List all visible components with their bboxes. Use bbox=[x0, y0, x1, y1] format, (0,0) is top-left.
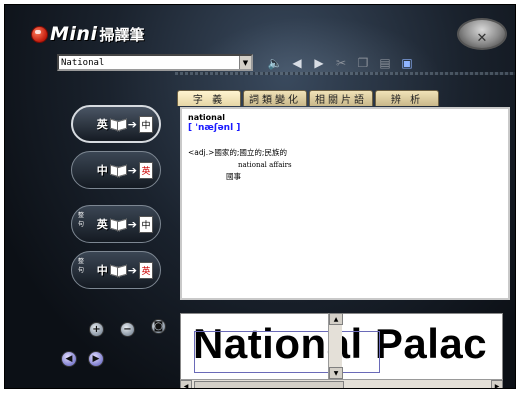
scroll-thumb[interactable] bbox=[194, 381, 344, 388]
mode-inner: 英 ➔ 中 bbox=[96, 115, 153, 133]
tab-usage[interactable]: 辨 析 bbox=[375, 90, 439, 106]
help-window-icon[interactable]: ▣ bbox=[399, 55, 415, 71]
mode-inner: 中 ➔ 英 bbox=[96, 261, 153, 279]
arrow-right-icon: ➔ bbox=[127, 163, 137, 177]
mode-inner: 英 ➔ 中 bbox=[96, 215, 153, 233]
app-window: Mini 掃譯筆 ✕ ▼ 🔈 ◀ ▶ ✂ ❐ ▤ ▣ 字 義 詞類變化 相關片語… bbox=[4, 4, 516, 389]
mode-inner: 中 ➔ 英 bbox=[96, 161, 153, 179]
entry-sense: <adj.>國家的;國立的;民族的 bbox=[188, 148, 287, 157]
example-english: national affairs bbox=[238, 161, 292, 169]
entry-phonetic: [ 'næʃənl ] bbox=[188, 123, 241, 133]
mode-target-label: 英 bbox=[139, 261, 153, 279]
app-logo: Mini 掃譯筆 bbox=[31, 21, 144, 47]
forward-arrow-icon[interactable]: ▶ bbox=[311, 55, 327, 71]
book-icon bbox=[110, 164, 126, 176]
scroll-down-icon[interactable]: ▼ bbox=[329, 367, 343, 379]
close-icon: ✕ bbox=[476, 30, 488, 46]
scroll-up-icon[interactable]: ▲ bbox=[329, 313, 343, 325]
arrow-right-icon: ➔ bbox=[127, 117, 137, 131]
arrow-right-icon: ➔ bbox=[127, 217, 137, 231]
definition-panel: national [ 'næʃənl ] <adj.>國家的;國立的;民族的 n… bbox=[180, 107, 510, 300]
logo-cjk-text: 掃譯筆 bbox=[99, 25, 145, 44]
toolbar: 🔈 ◀ ▶ ✂ ❐ ▤ ▣ bbox=[267, 54, 415, 72]
scan-image-icon[interactable]: ◙ bbox=[151, 319, 166, 334]
search-input[interactable] bbox=[59, 56, 239, 69]
zoom-in-icon[interactable]: + bbox=[89, 322, 104, 337]
zoom-out-icon[interactable]: − bbox=[120, 322, 135, 337]
tab-bar: 字 義 詞類變化 相關片語 辨 析 bbox=[177, 90, 439, 106]
scroll-right-icon[interactable]: ▶ bbox=[491, 380, 503, 388]
mode-source-label: 中 bbox=[96, 264, 108, 277]
search-combobox[interactable]: ▼ bbox=[57, 54, 253, 71]
entry-word: national bbox=[188, 113, 225, 122]
tab-phrases[interactable]: 相關片語 bbox=[309, 90, 373, 106]
preview-vertical-scrollbar[interactable]: ▲ ▼ bbox=[328, 313, 343, 379]
prev-button[interactable]: ◀ bbox=[61, 351, 77, 367]
close-button[interactable]: ✕ bbox=[457, 18, 507, 50]
mode-target-label: 英 bbox=[139, 161, 153, 179]
tab-definition[interactable]: 字 義 bbox=[177, 90, 241, 106]
book-icon bbox=[110, 264, 126, 276]
mode-target-label: 中 bbox=[139, 115, 153, 133]
mode-target-label: 中 bbox=[139, 215, 153, 233]
header-divider bbox=[175, 72, 515, 75]
logo-text: Mini bbox=[50, 23, 98, 45]
next-button[interactable]: ▶ bbox=[88, 351, 104, 367]
paste-icon[interactable]: ▤ bbox=[377, 55, 393, 71]
copy-icon[interactable]: ❐ bbox=[355, 55, 371, 71]
book-icon bbox=[110, 118, 126, 130]
sentence-tag: 整句 bbox=[77, 258, 84, 274]
mode-sentence-en-to-zh-button[interactable]: 整句 英 ➔ 中 bbox=[71, 205, 161, 243]
sentence-tag: 整句 bbox=[77, 212, 84, 228]
logo-badge-icon bbox=[31, 25, 48, 43]
book-icon bbox=[110, 218, 126, 230]
mode-en-to-zh-button[interactable]: 英 ➔ 中 bbox=[71, 105, 161, 143]
scroll-left-icon[interactable]: ◀ bbox=[180, 380, 192, 388]
tab-word-forms[interactable]: 詞類變化 bbox=[243, 90, 307, 106]
speaker-icon[interactable]: 🔈 bbox=[267, 55, 283, 71]
arrow-right-icon: ➔ bbox=[127, 263, 137, 277]
mode-sentence-zh-to-en-button[interactable]: 整句 中 ➔ 英 bbox=[71, 251, 161, 289]
mode-source-label: 英 bbox=[96, 118, 108, 131]
mode-source-label: 英 bbox=[96, 218, 108, 231]
mode-source-label: 中 bbox=[96, 164, 108, 177]
dropdown-arrow-button[interactable]: ▼ bbox=[239, 56, 251, 69]
example-chinese: 國事 bbox=[226, 172, 241, 181]
selection-box bbox=[194, 331, 380, 373]
mode-zh-to-en-button[interactable]: 中 ➔ 英 bbox=[71, 151, 161, 189]
back-arrow-icon[interactable]: ◀ bbox=[289, 55, 305, 71]
scissors-icon[interactable]: ✂ bbox=[333, 55, 349, 71]
preview-horizontal-scrollbar[interactable]: ◀ ▶ bbox=[180, 379, 503, 388]
